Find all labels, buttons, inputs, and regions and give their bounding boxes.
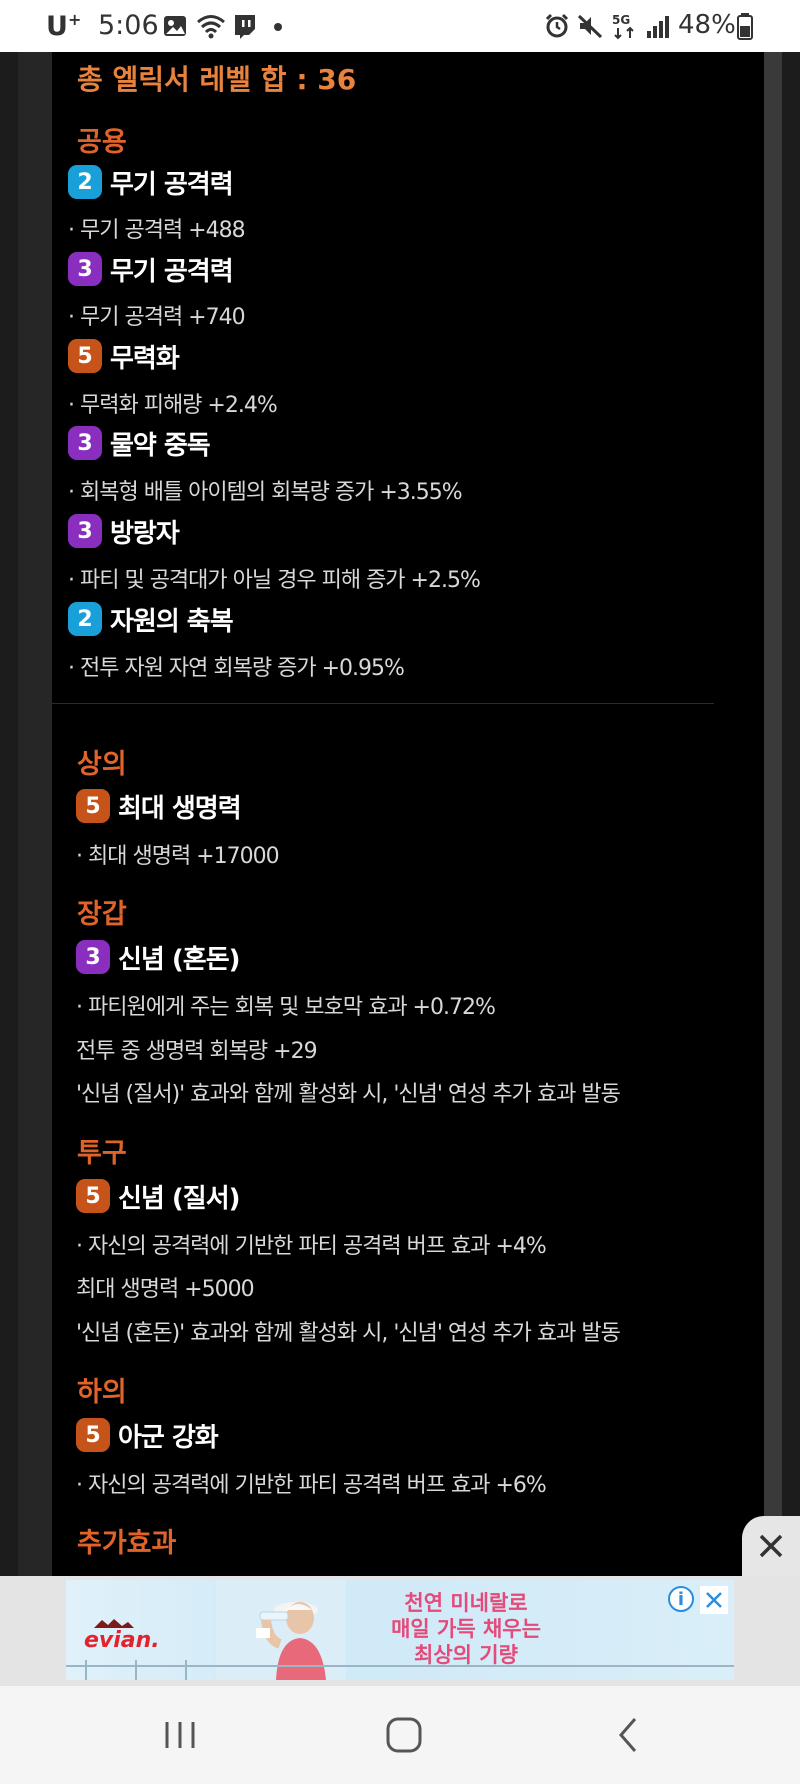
- battery-percent: 48%: [678, 10, 736, 40]
- skill-name: 최대 생명력: [118, 793, 242, 824]
- skill-effect: · 최대 생명력 +17000: [76, 844, 280, 869]
- svg-text:5G: 5G: [612, 13, 630, 27]
- skill-row: 5 아군 강화: [76, 1417, 219, 1453]
- alarm-icon: [545, 13, 569, 38]
- skill-name: 무력화: [110, 343, 180, 374]
- section-title-pants: 하의: [77, 1377, 127, 1408]
- skill-effect: · 무력화 피해량 +2.4%: [68, 393, 278, 418]
- skill-row: 3 방랑자: [68, 513, 180, 549]
- level-badge: 3: [68, 514, 102, 548]
- skill-name: 물약 중독: [110, 430, 211, 461]
- skill-row: 3 물약 중독: [68, 425, 211, 461]
- mute-icon: [577, 14, 603, 39]
- skill-effect: '신념 (혼돈)' 효과와 함께 활성화 시, '신념' 연성 추가 효과 발동: [76, 1321, 621, 1346]
- skill-name: 신념 (혼돈): [118, 944, 240, 975]
- skill-name: 아군 강화: [118, 1422, 219, 1453]
- section-title-extra: 추가효과: [77, 1528, 177, 1559]
- section-title-helmet: 투구: [77, 1138, 127, 1169]
- level-badge: 3: [76, 940, 110, 974]
- level-badge: 2: [68, 165, 102, 199]
- recent-apps-button[interactable]: [120, 1686, 240, 1784]
- skill-effect: · 자신의 공격력에 기반한 파티 공격력 버프 효과 +6%: [76, 1473, 547, 1498]
- skill-name: 신념 (질서): [118, 1183, 240, 1214]
- signal-icon: [647, 16, 669, 38]
- ad-background-fence: [66, 1660, 734, 1680]
- level-badge: 5: [68, 339, 102, 373]
- skill-effect: · 자신의 공격력에 기반한 파티 공격력 버프 효과 +4%: [76, 1234, 547, 1259]
- skill-effect: 전투 중 생명력 회복량 +29: [76, 1039, 318, 1064]
- home-icon: [386, 1717, 422, 1753]
- skill-name: 무기 공격력: [110, 169, 234, 200]
- level-badge: 3: [68, 252, 102, 286]
- ad-close-button[interactable]: [700, 1586, 728, 1614]
- ad-copy: 천연 미네랄로 매일 가득 채우는 최상의 기량: [336, 1590, 596, 1668]
- level-badge: 5: [76, 1179, 110, 1213]
- divider: [52, 703, 714, 704]
- skill-effect: '신념 (질서)' 효과와 함께 활성화 시, '신념' 연성 추가 효과 발동: [76, 1082, 621, 1107]
- network-5g-icon: 5G: [612, 13, 634, 40]
- back-icon: [619, 1718, 637, 1752]
- skill-effect: 최대 생명력 +5000: [76, 1277, 255, 1302]
- level-badge: 5: [76, 1418, 110, 1452]
- level-badge: 5: [76, 789, 110, 823]
- evian-mountain-logo: [94, 1619, 134, 1628]
- skill-name: 무기 공격력: [110, 256, 234, 287]
- skill-row: 3 무기 공격력: [68, 251, 234, 287]
- skill-effect: · 회복형 배틀 아이템의 회복량 증가 +3.55%: [68, 480, 463, 505]
- skill-row: 5 최대 생명력: [76, 788, 242, 824]
- ad-brand: evian.: [84, 1628, 160, 1653]
- total-elixir-level: 총 엘릭서 레벨 합 : 36: [77, 63, 357, 96]
- skill-effect: · 파티원에게 주는 회복 및 보호막 효과 +0.72%: [76, 995, 496, 1020]
- home-button[interactable]: [344, 1686, 464, 1784]
- ad-copy-line: 천연 미네랄로: [404, 1591, 528, 1615]
- status-bar: U+ 5:06 5G 48%: [0, 0, 800, 52]
- section-title-common: 공용: [77, 127, 127, 158]
- twitch-icon: [235, 15, 255, 39]
- skill-row: 2 자원의 축복: [68, 601, 234, 637]
- skill-name: 방랑자: [110, 518, 180, 549]
- skill-row: 5 무력화: [68, 338, 180, 374]
- carrier-label: U+: [46, 10, 82, 42]
- back-button[interactable]: [568, 1686, 688, 1784]
- ad-copy-line: 매일 가득 채우는: [391, 1617, 541, 1641]
- close-icon: [706, 1592, 722, 1608]
- scroll-rail[interactable]: [764, 52, 782, 1576]
- skill-row: 5 신념 (질서): [76, 1178, 240, 1214]
- clock: 5:06: [98, 10, 159, 41]
- skill-row: 2 무기 공격력: [68, 164, 234, 200]
- section-title-top: 상의: [77, 749, 127, 780]
- dot-icon: [274, 23, 282, 31]
- ad-container: evian. 천연 미네랄로 매일 가득 채우는 최상의 기량 i: [0, 1576, 800, 1686]
- wifi-icon: [197, 15, 225, 39]
- navigation-bar: [0, 1686, 800, 1784]
- ad-banner[interactable]: evian. 천연 미네랄로 매일 가득 채우는 최상의 기량 i: [66, 1580, 734, 1680]
- skill-effect: · 파티 및 공격대가 아닐 경우 피해 증가 +2.5%: [68, 568, 481, 593]
- section-title-gloves: 장갑: [77, 899, 127, 930]
- ad-collapse-button[interactable]: [742, 1516, 800, 1576]
- level-badge: 3: [68, 426, 102, 460]
- recent-apps-icon: [165, 1722, 195, 1748]
- close-icon: [759, 1534, 783, 1558]
- skill-name: 자원의 축복: [110, 606, 234, 637]
- battery-icon: [737, 13, 753, 40]
- gallery-icon: [164, 16, 186, 36]
- skill-row: 3 신념 (혼돈): [76, 939, 240, 975]
- level-badge: 2: [68, 602, 102, 636]
- skill-effect: · 무기 공격력 +740: [68, 305, 246, 330]
- page-content[interactable]: 총 엘릭서 레벨 합 : 36 공용 2 무기 공격력 · 무기 공격력 +48…: [0, 52, 800, 1576]
- skill-effect: · 무기 공격력 +488: [68, 218, 246, 243]
- info-icon[interactable]: i: [668, 1586, 694, 1612]
- skill-effect: · 전투 자원 자연 회복량 증가 +0.95%: [68, 656, 405, 681]
